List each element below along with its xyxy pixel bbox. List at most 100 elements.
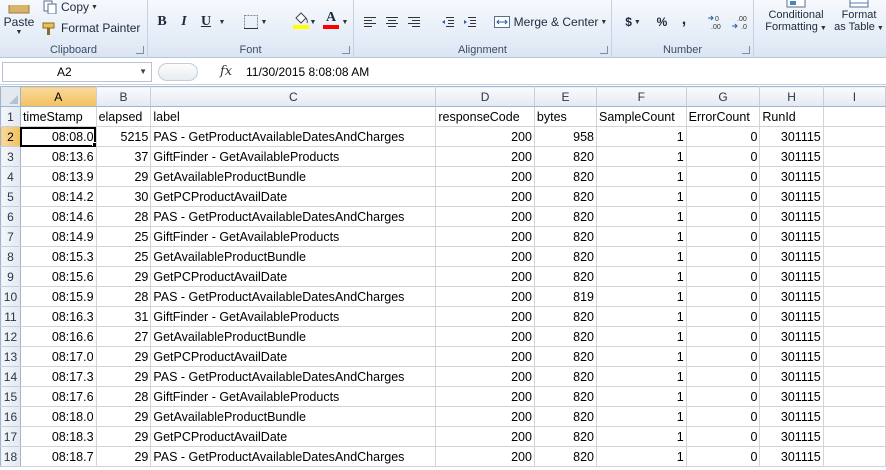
- cell-errorcount[interactable]: 0: [685, 346, 761, 367]
- cell-bytes[interactable]: 958: [533, 126, 597, 147]
- cell-runid[interactable]: 301115: [759, 446, 824, 467]
- cell-elapsed[interactable]: 29: [95, 426, 152, 447]
- cell-label[interactable]: GetPCProductAvailDate: [150, 266, 437, 287]
- cell-errorcount[interactable]: 0: [685, 126, 761, 147]
- underline-button[interactable]: U: [196, 12, 216, 32]
- row-header[interactable]: 12: [0, 326, 21, 347]
- cell-runid[interactable]: 301115: [759, 246, 824, 267]
- cell-bytes[interactable]: 820: [533, 426, 597, 447]
- cell-label[interactable]: GetPCProductAvailDate: [150, 426, 437, 447]
- cell-timestamp[interactable]: 08:14.2: [19, 186, 97, 207]
- cell-elapsed[interactable]: 29: [95, 366, 152, 387]
- number-launcher-icon[interactable]: [742, 46, 750, 54]
- cell-errorcount[interactable]: 0: [685, 406, 761, 427]
- row-header[interactable]: 13: [0, 346, 21, 367]
- format-painter-button[interactable]: Format Painter: [42, 19, 140, 37]
- cell-responsecode[interactable]: 200: [435, 206, 535, 227]
- cell-bytes[interactable]: 820: [533, 166, 597, 187]
- cell-empty[interactable]: [822, 166, 886, 187]
- cell-label[interactable]: GetAvailableProductBundle: [150, 246, 437, 267]
- cell-empty[interactable]: [822, 426, 886, 447]
- cell-responsecode[interactable]: 200: [435, 366, 535, 387]
- cell-runid[interactable]: 301115: [759, 126, 824, 147]
- column-header-a[interactable]: A: [19, 86, 97, 107]
- cell-errorcount[interactable]: 0: [685, 366, 761, 387]
- header-cell[interactable]: responseCode: [435, 106, 535, 127]
- cell-samplecount[interactable]: 1: [595, 406, 687, 427]
- cell-bytes[interactable]: 820: [533, 386, 597, 407]
- cell-errorcount[interactable]: 0: [685, 326, 761, 347]
- cell-bytes[interactable]: 819: [533, 286, 597, 307]
- cell-runid[interactable]: 301115: [759, 186, 824, 207]
- row-header[interactable]: 7: [0, 226, 21, 247]
- cell-timestamp[interactable]: 08:15.3: [19, 246, 97, 267]
- cell-label[interactable]: PAS - GetProductAvailableDatesAndCharges: [150, 206, 437, 227]
- cell-responsecode[interactable]: 200: [435, 166, 535, 187]
- cell-runid[interactable]: 301115: [759, 286, 824, 307]
- cell-empty[interactable]: [822, 386, 886, 407]
- cell-bytes[interactable]: 820: [533, 326, 597, 347]
- cell-bytes[interactable]: 820: [533, 446, 597, 467]
- row-header[interactable]: 14: [0, 366, 21, 387]
- column-header-i[interactable]: I: [822, 86, 886, 107]
- cell-timestamp[interactable]: 08:18.0: [19, 406, 97, 427]
- column-header-e[interactable]: E: [533, 86, 597, 107]
- fill-handle[interactable]: [91, 142, 96, 146]
- row-header[interactable]: 18: [0, 446, 21, 467]
- cell-elapsed[interactable]: 25: [95, 246, 152, 267]
- header-cell[interactable]: [822, 106, 886, 127]
- cell-responsecode[interactable]: 200: [435, 386, 535, 407]
- row-header[interactable]: 1: [0, 106, 21, 127]
- cell-errorcount[interactable]: 0: [685, 246, 761, 267]
- cell-timestamp[interactable]: 08:17.0: [19, 346, 97, 367]
- cell-errorcount[interactable]: 0: [685, 286, 761, 307]
- cell-elapsed[interactable]: 28: [95, 206, 152, 227]
- cell-timestamp[interactable]: 08:13.9: [19, 166, 97, 187]
- row-header[interactable]: 6: [0, 206, 21, 227]
- cell-elapsed[interactable]: 29: [95, 166, 152, 187]
- cell-errorcount[interactable]: 0: [685, 266, 761, 287]
- cell-timestamp[interactable]: 08:18.7: [19, 446, 97, 467]
- cell-timestamp[interactable]: 08:17.3: [19, 366, 97, 387]
- row-header[interactable]: 2: [0, 126, 21, 147]
- cell-elapsed[interactable]: 25: [95, 226, 152, 247]
- increase-indent-button[interactable]: [460, 12, 480, 32]
- name-box[interactable]: A2 ▼: [2, 62, 152, 82]
- align-left-button[interactable]: [360, 12, 380, 32]
- formula-bar-resize-handle[interactable]: [158, 63, 198, 81]
- cell-timestamp[interactable]: 08:16.3: [19, 306, 97, 327]
- cell-timestamp[interactable]: 08:17.6: [19, 386, 97, 407]
- cell-bytes[interactable]: 820: [533, 346, 597, 367]
- cell-empty[interactable]: [822, 446, 886, 467]
- column-header-f[interactable]: F: [595, 86, 687, 107]
- cell-empty[interactable]: [822, 186, 886, 207]
- column-header-c[interactable]: C: [150, 86, 437, 107]
- cell-runid[interactable]: 301115: [759, 226, 824, 247]
- align-right-button[interactable]: [404, 12, 424, 32]
- cell-elapsed[interactable]: 37: [95, 146, 152, 167]
- cell-responsecode[interactable]: 200: [435, 306, 535, 327]
- paste-dropdown-icon[interactable]: ▼: [16, 29, 23, 36]
- cell-timestamp[interactable]: 08:14.9: [19, 226, 97, 247]
- column-header-d[interactable]: D: [435, 86, 535, 107]
- cell-runid[interactable]: 301115: [759, 206, 824, 227]
- formula-input[interactable]: 11/30/2015 8:08:08 AM: [240, 62, 884, 82]
- copy-button[interactable]: Copy ▼: [42, 0, 98, 16]
- cell-responsecode[interactable]: 200: [435, 226, 535, 247]
- cell-empty[interactable]: [822, 226, 886, 247]
- cell-runid[interactable]: 301115: [759, 386, 824, 407]
- cell-timestamp[interactable]: 08:15.6: [19, 266, 97, 287]
- cell-label[interactable]: PAS - GetProductAvailableDatesAndCharges: [150, 366, 437, 387]
- cell-runid[interactable]: 301115: [759, 366, 824, 387]
- cell-elapsed[interactable]: 31: [95, 306, 152, 327]
- cell-errorcount[interactable]: 0: [685, 426, 761, 447]
- cell-samplecount[interactable]: 1: [595, 426, 687, 447]
- cell-responsecode[interactable]: 200: [435, 246, 535, 267]
- column-header-h[interactable]: H: [759, 86, 824, 107]
- cell-runid[interactable]: 301115: [759, 326, 824, 347]
- cell-samplecount[interactable]: 1: [595, 386, 687, 407]
- currency-button[interactable]: $ ▼: [620, 12, 646, 32]
- cell-empty[interactable]: [822, 286, 886, 307]
- align-center-button[interactable]: [382, 12, 402, 32]
- cell-samplecount[interactable]: 1: [595, 366, 687, 387]
